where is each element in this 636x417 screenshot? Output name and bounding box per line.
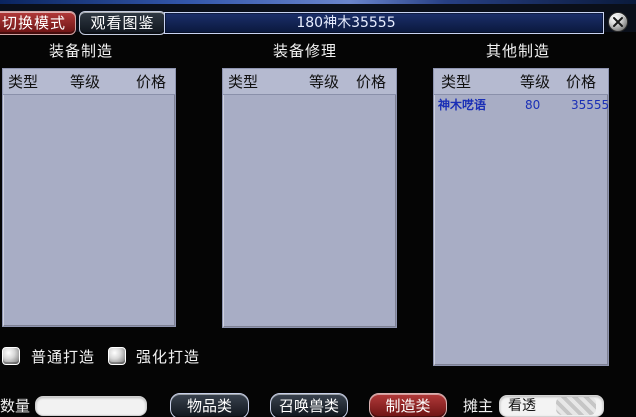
watermark	[556, 397, 596, 415]
header-price: 价格	[566, 73, 597, 91]
make-category-button[interactable]: 制造类	[369, 393, 447, 417]
window-title-field: 180神木35555	[164, 12, 604, 34]
header-level: 等级	[309, 73, 340, 91]
equipment-make-panel: 类型 等级 价格	[2, 68, 176, 327]
header-level: 等级	[520, 73, 551, 91]
row-type[interactable]: 神木呓语	[438, 97, 486, 113]
header-type: 类型	[228, 73, 259, 91]
summon-category-button[interactable]: 召唤兽类	[270, 393, 348, 417]
equipment-repair-panel: 类型 等级 价格	[222, 68, 397, 328]
quantity-input[interactable]	[35, 396, 147, 416]
equipment-repair-title: 装备修理	[273, 42, 338, 60]
header-type: 类型	[441, 73, 472, 91]
other-make-header: 类型 等级 价格	[434, 69, 608, 95]
close-button[interactable]	[608, 12, 628, 32]
header-price: 价格	[356, 73, 387, 91]
stall-owner-view-field[interactable]: 看透	[499, 395, 604, 417]
quantity-label: 数量	[0, 397, 31, 415]
row-level: 80	[525, 98, 541, 112]
enhanced-forge-checkbox[interactable]	[108, 347, 126, 365]
row-price: 35555	[571, 98, 610, 112]
equipment-make-header: 类型 等级 价格	[3, 69, 175, 95]
equipment-make-title: 装备制造	[49, 42, 114, 60]
other-make-panel: 类型 等级 价格 神木呓语 80 35555	[433, 68, 609, 366]
header-price: 价格	[136, 73, 167, 91]
header-level: 等级	[70, 73, 101, 91]
title-bar: 切换模式 观看图鉴 180神木35555	[0, 4, 636, 35]
items-category-button[interactable]: 物品类	[170, 393, 249, 417]
stall-owner-view-text: 看透	[508, 398, 536, 414]
equipment-repair-header: 类型 等级 价格	[223, 69, 396, 95]
switch-mode-button[interactable]: 切换模式	[0, 11, 76, 35]
other-make-title: 其他制造	[486, 42, 551, 60]
window-title: 180神木35555	[296, 15, 396, 31]
normal-forge-label: 普通打造	[31, 348, 96, 366]
header-type: 类型	[8, 73, 39, 91]
stall-window: 切换模式 观看图鉴 180神木35555 装备制造 装备修理 其他制造 类型 等…	[0, 0, 636, 417]
enhanced-forge-label: 强化打造	[136, 348, 201, 366]
normal-forge-checkbox[interactable]	[2, 347, 20, 365]
stall-owner-label: 摊主	[463, 397, 494, 415]
